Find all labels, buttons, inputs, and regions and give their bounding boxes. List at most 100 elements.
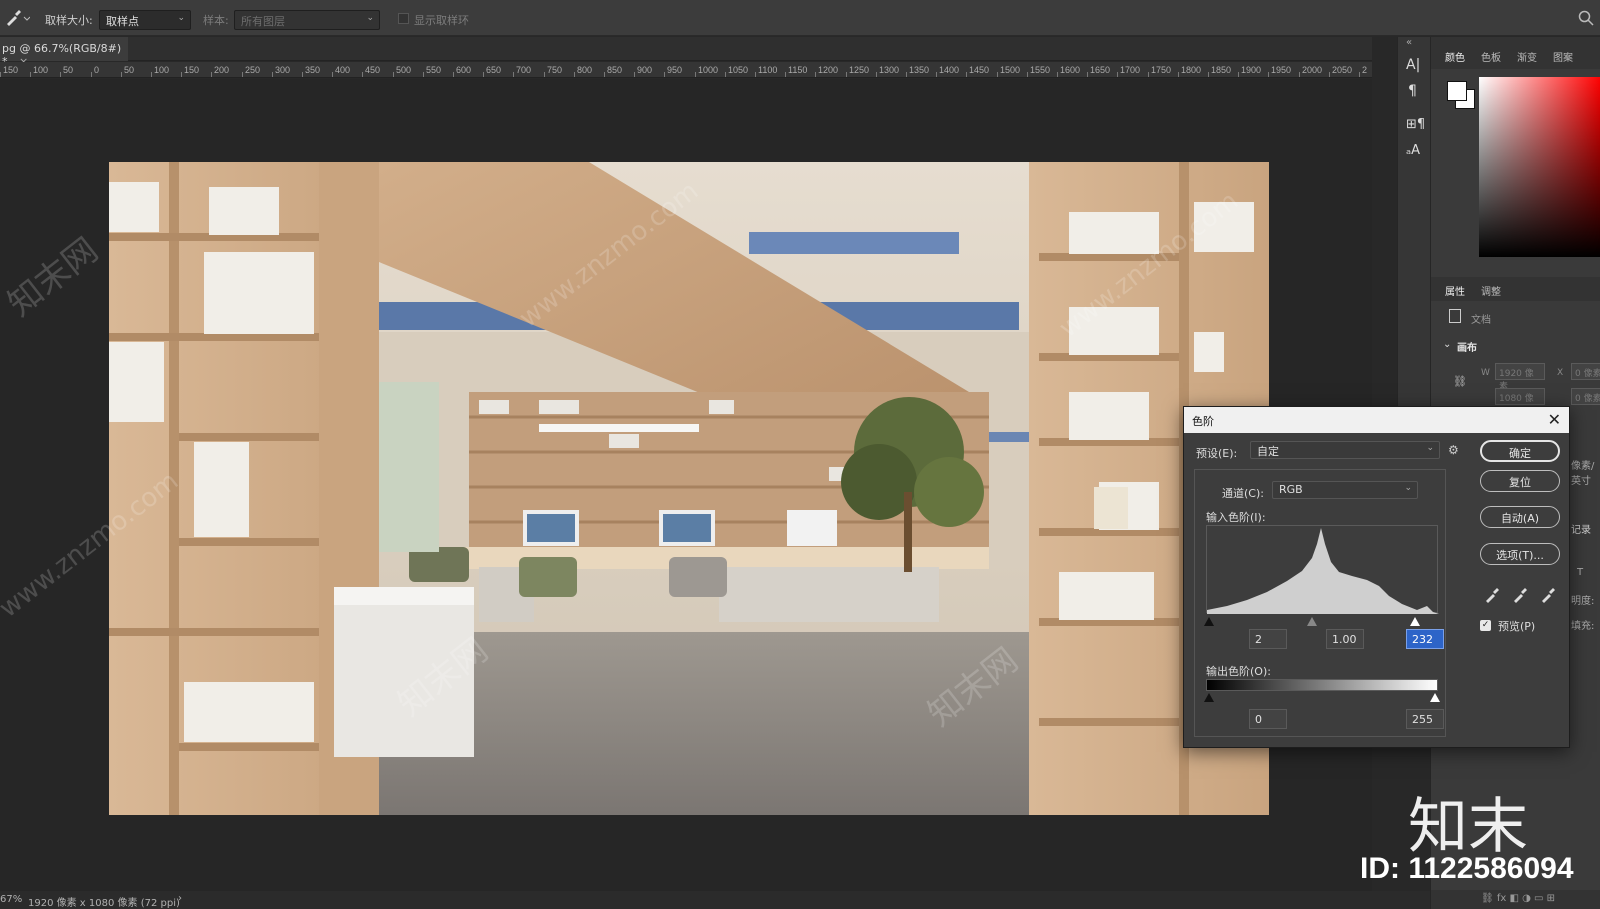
ruler-tick-mark: [1299, 72, 1300, 77]
output-gradient: [1206, 679, 1438, 691]
tab-swatches[interactable]: 色板: [1481, 49, 1501, 64]
ruler-tick-label: 900: [637, 65, 653, 75]
ruler-tick-label: 50: [124, 65, 135, 75]
ruler-tick-label: 800: [577, 65, 593, 75]
ruler-tick-mark: [332, 72, 333, 77]
document-image[interactable]: [109, 162, 1269, 815]
input-black-field[interactable]: 2: [1249, 629, 1287, 649]
tab-properties[interactable]: 属性: [1445, 283, 1465, 298]
collapse-panels-icon[interactable]: «: [1406, 37, 1412, 48]
ruler-tick-mark: [936, 72, 937, 77]
width-label: W: [1481, 368, 1490, 378]
sample-size-dropdown[interactable]: 取样点 ⌄: [99, 10, 191, 30]
layers-footer-icons[interactable]: ⛓ fx ◧ ◑ ▭ ⊞: [1431, 890, 1600, 909]
preset-label: 预设(E):: [1196, 447, 1238, 460]
horizontal-ruler[interactable]: 150 100 50 0 50 100 150 200 250 300 350 400 450 500 55…: [0, 62, 1372, 78]
canvas-height-field[interactable]: 1080 像素: [1495, 388, 1545, 417]
paragraph-styles-icon[interactable]: ⊞¶: [1406, 117, 1425, 132]
output-black-field[interactable]: 0: [1249, 709, 1287, 729]
status-menu-arrow[interactable]: ›: [178, 893, 182, 904]
ruler-tick-mark: [181, 72, 182, 77]
options-bar: 取样大小: 取样点 ⌄ 样本: 所有图层 ⌄ 显示取样环: [0, 0, 1600, 36]
ruler-tick-mark: [876, 72, 877, 77]
input-gamma-field[interactable]: 1.00: [1326, 629, 1364, 649]
ruler-tick-mark: [755, 72, 756, 77]
close-icon[interactable]: ✕: [1548, 410, 1561, 429]
status-bar: 67% 1920 像素 x 1080 像素 (72 ppi) ›: [0, 891, 1430, 909]
ruler-tick-mark: [997, 72, 998, 77]
type-icon: T: [1577, 567, 1584, 578]
input-black-slider[interactable]: [1204, 617, 1214, 626]
character-styles-icon[interactable]: ₐA: [1406, 143, 1420, 158]
document-tab[interactable]: pg @ 66.7%(RGB/8#) * ×: [0, 37, 128, 68]
ruler-tick-mark: [211, 72, 212, 77]
tab-color[interactable]: 颜色: [1445, 49, 1465, 64]
ruler-tick-mark: [574, 72, 575, 77]
ruler-tick-label: 2050: [1332, 65, 1353, 75]
link-icon[interactable]: ⛓: [1453, 375, 1467, 388]
preview-checkbox[interactable]: ✓: [1480, 620, 1491, 631]
ruler-tick-mark: [513, 72, 514, 77]
ruler-tick-label: 100: [33, 65, 49, 75]
sample-label: 样本:: [203, 14, 229, 27]
ruler-tick-mark: [30, 72, 31, 77]
auto-button[interactable]: 自动(A): [1480, 506, 1560, 528]
color-picker-field[interactable]: [1479, 77, 1600, 257]
ruler-tick-label: 1250: [849, 65, 870, 75]
canvas-y-field[interactable]: 0 像素: [1571, 388, 1600, 405]
input-white-slider[interactable]: [1410, 617, 1420, 626]
show-ring-label: 显示取样环: [414, 14, 469, 27]
tab-gradients[interactable]: 渐变: [1517, 49, 1537, 64]
levels-dialog: 色阶 ✕ 预设(E): 自定 ⌄ ⚙ 通道(C): RGB ⌄ 输入色阶(I):…: [1183, 406, 1570, 748]
canvas-x-field[interactable]: 0 像素: [1571, 363, 1600, 380]
x-label: X: [1557, 368, 1564, 378]
ruler-tick-label: 550: [426, 65, 442, 75]
history-tab[interactable]: 记录: [1571, 521, 1591, 536]
ruler-tick-mark: [1238, 72, 1239, 77]
ruler-tick-label: 350: [305, 65, 321, 75]
fill-label: 填充:: [1571, 621, 1595, 632]
output-white-field[interactable]: 255: [1406, 709, 1444, 729]
ruler-tick-label: 750: [547, 65, 563, 75]
ruler-tick-mark: [906, 72, 907, 77]
ruler-tick-mark: [1178, 72, 1179, 77]
eyedropper-tool-icon[interactable]: [4, 9, 31, 27]
ruler-tick-mark: [1359, 72, 1360, 77]
ruler-tick-mark: [483, 72, 484, 77]
preset-dropdown[interactable]: 自定 ⌄: [1250, 441, 1440, 459]
output-black-slider[interactable]: [1204, 693, 1214, 702]
ok-button[interactable]: 确定: [1480, 440, 1560, 462]
ruler-tick-mark: [121, 72, 122, 77]
reset-button[interactable]: 复位: [1480, 470, 1560, 492]
zoom-level[interactable]: 67%: [0, 894, 22, 905]
ruler-tick-label: 1750: [1151, 65, 1172, 75]
channel-dropdown[interactable]: RGB ⌄: [1272, 481, 1418, 499]
chevron-down-icon[interactable]: ⌄: [1443, 339, 1451, 350]
ruler-tick-mark: [604, 72, 605, 77]
gear-icon[interactable]: ⚙: [1448, 443, 1459, 457]
dialog-titlebar[interactable]: 色阶: [1184, 407, 1569, 433]
sample-layers-dropdown[interactable]: 所有图层 ⌄: [234, 10, 380, 30]
canvas-width-field[interactable]: 1920 像素: [1495, 363, 1545, 392]
dialog-title: 色阶: [1192, 415, 1214, 428]
gray-point-eyedropper-icon[interactable]: [1512, 587, 1528, 603]
input-gamma-slider[interactable]: [1307, 617, 1317, 626]
tab-adjustments[interactable]: 调整: [1481, 283, 1501, 298]
options-button[interactable]: 选项(T)...: [1480, 543, 1560, 565]
input-white-field[interactable]: 232: [1406, 629, 1444, 649]
library-interior-render: [109, 162, 1269, 815]
search-icon[interactable]: [1578, 10, 1594, 26]
white-point-eyedropper-icon[interactable]: [1540, 587, 1556, 603]
foreground-color-swatch[interactable]: [1447, 81, 1467, 101]
tab-patterns[interactable]: 图案: [1553, 49, 1573, 64]
channel-value: RGB: [1279, 483, 1303, 496]
show-ring-checkbox[interactable]: [398, 13, 409, 24]
ruler-tick-label: 150: [3, 65, 19, 75]
character-icon[interactable]: A|: [1406, 57, 1420, 73]
ruler-tick-mark: [0, 72, 1, 77]
output-white-slider[interactable]: [1430, 693, 1440, 702]
output-levels-label: 输出色阶(O):: [1206, 665, 1271, 678]
color-panel-tabs: 颜色 色板 渐变 图案: [1431, 37, 1600, 69]
black-point-eyedropper-icon[interactable]: [1484, 587, 1500, 603]
paragraph-icon[interactable]: ¶: [1408, 83, 1417, 99]
